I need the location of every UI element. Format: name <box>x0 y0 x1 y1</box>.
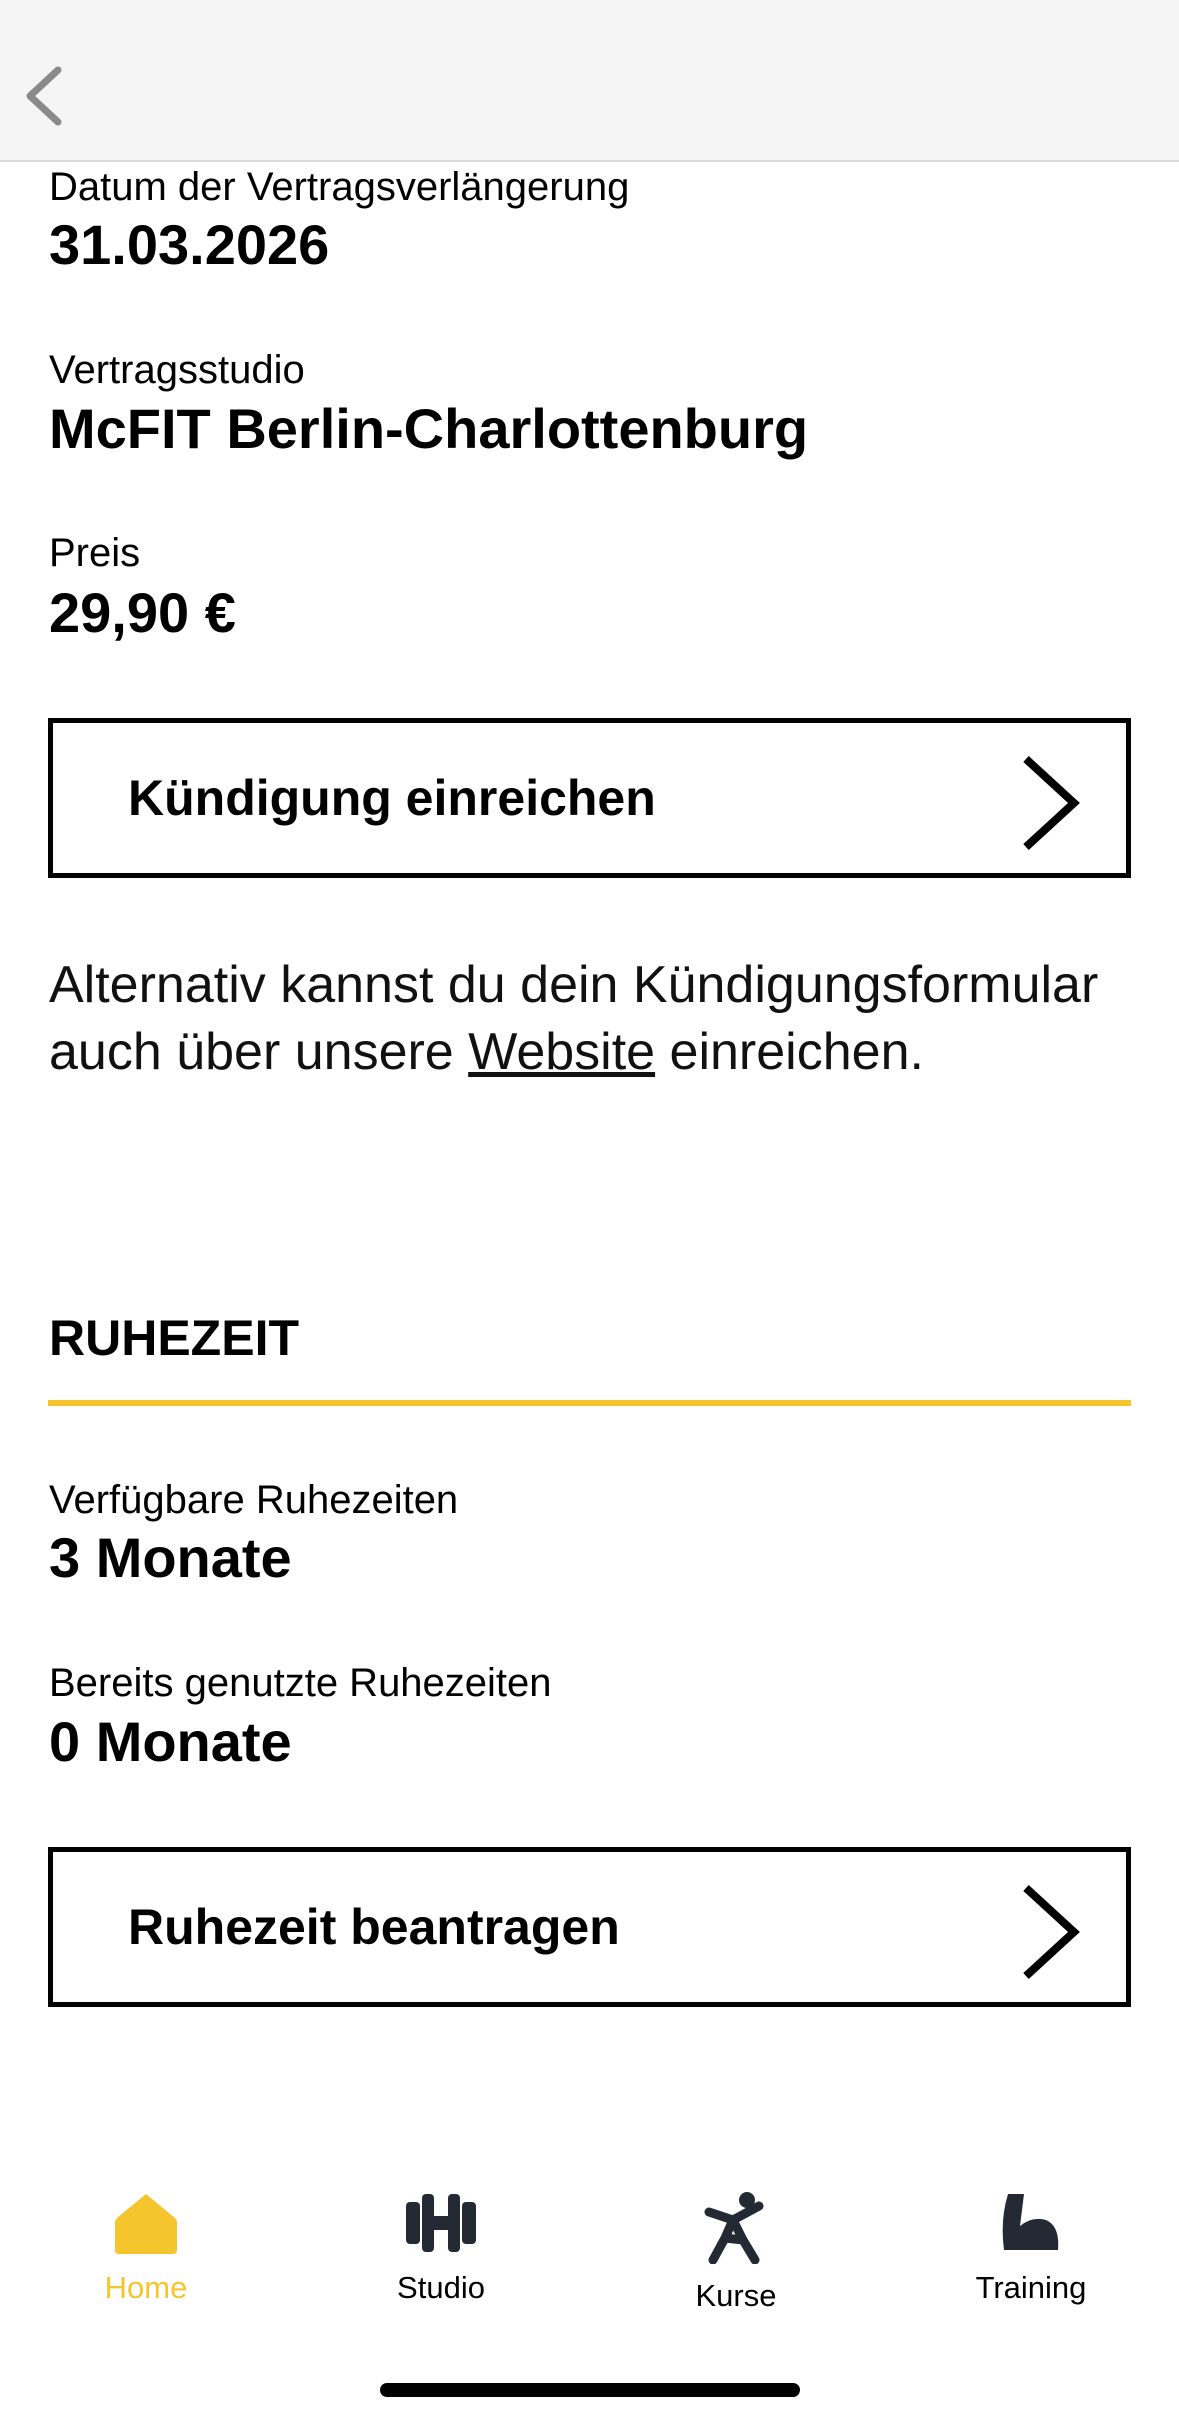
tab-training[interactable]: Training <box>931 2190 1131 2330</box>
used-rest-periods-label: Bereits genutzte Ruhezeiten <box>49 1661 552 1705</box>
tab-studio[interactable]: Studio <box>341 2190 541 2330</box>
studio-label: Vertragsstudio <box>49 348 305 392</box>
tab-home[interactable]: Home <box>46 2190 246 2330</box>
website-link[interactable]: Website <box>468 1023 655 1081</box>
request-rest-period-button[interactable]: Ruhezeit beantragen <box>48 1847 1131 2007</box>
back-button[interactable] <box>18 60 78 132</box>
price-label: Preis <box>49 531 141 575</box>
tab-kurse[interactable]: Kurse <box>636 2190 836 2330</box>
alternative-cancellation-text: Alternativ kannst du dein Kündigungsform… <box>49 952 1129 1086</box>
alternative-text-after: einreichen. <box>655 1023 924 1081</box>
submit-cancellation-button[interactable]: Kündigung einreichen <box>48 718 1131 878</box>
top-navigation-bar <box>0 0 1179 162</box>
person-exercise-icon <box>704 2192 764 2264</box>
request-rest-period-label: Ruhezeit beantragen <box>128 1899 620 1955</box>
dumbbell-icon <box>406 2194 476 2252</box>
home-icon <box>115 2194 177 2254</box>
renewal-date-value: 31.03.2026 <box>49 213 330 276</box>
chevron-left-icon <box>26 66 62 126</box>
used-rest-periods-value: 0 Monate <box>49 1710 292 1773</box>
tab-home-label: Home <box>104 2270 188 2305</box>
tab-studio-label: Studio <box>397 2270 485 2305</box>
available-rest-periods-value: 3 Monate <box>49 1526 292 1589</box>
studio-value: McFIT Berlin-Charlottenburg <box>49 397 809 460</box>
section-divider <box>48 1400 1131 1406</box>
price-value: 29,90 € <box>49 581 236 644</box>
flexed-arm-icon <box>1002 2194 1059 2250</box>
home-indicator <box>380 2383 800 2397</box>
renewal-date-label: Datum der Vertragsverlängerung <box>49 165 630 209</box>
chevron-right-icon <box>1023 1885 1080 1979</box>
chevron-right-icon <box>1023 756 1080 850</box>
tab-training-label: Training <box>975 2270 1087 2305</box>
tab-kurse-label: Kurse <box>695 2278 777 2313</box>
submit-cancellation-label: Kündigung einreichen <box>128 770 656 826</box>
rest-period-title: RUHEZEIT <box>49 1310 299 1366</box>
available-rest-periods-label: Verfügbare Ruhezeiten <box>49 1478 459 1522</box>
